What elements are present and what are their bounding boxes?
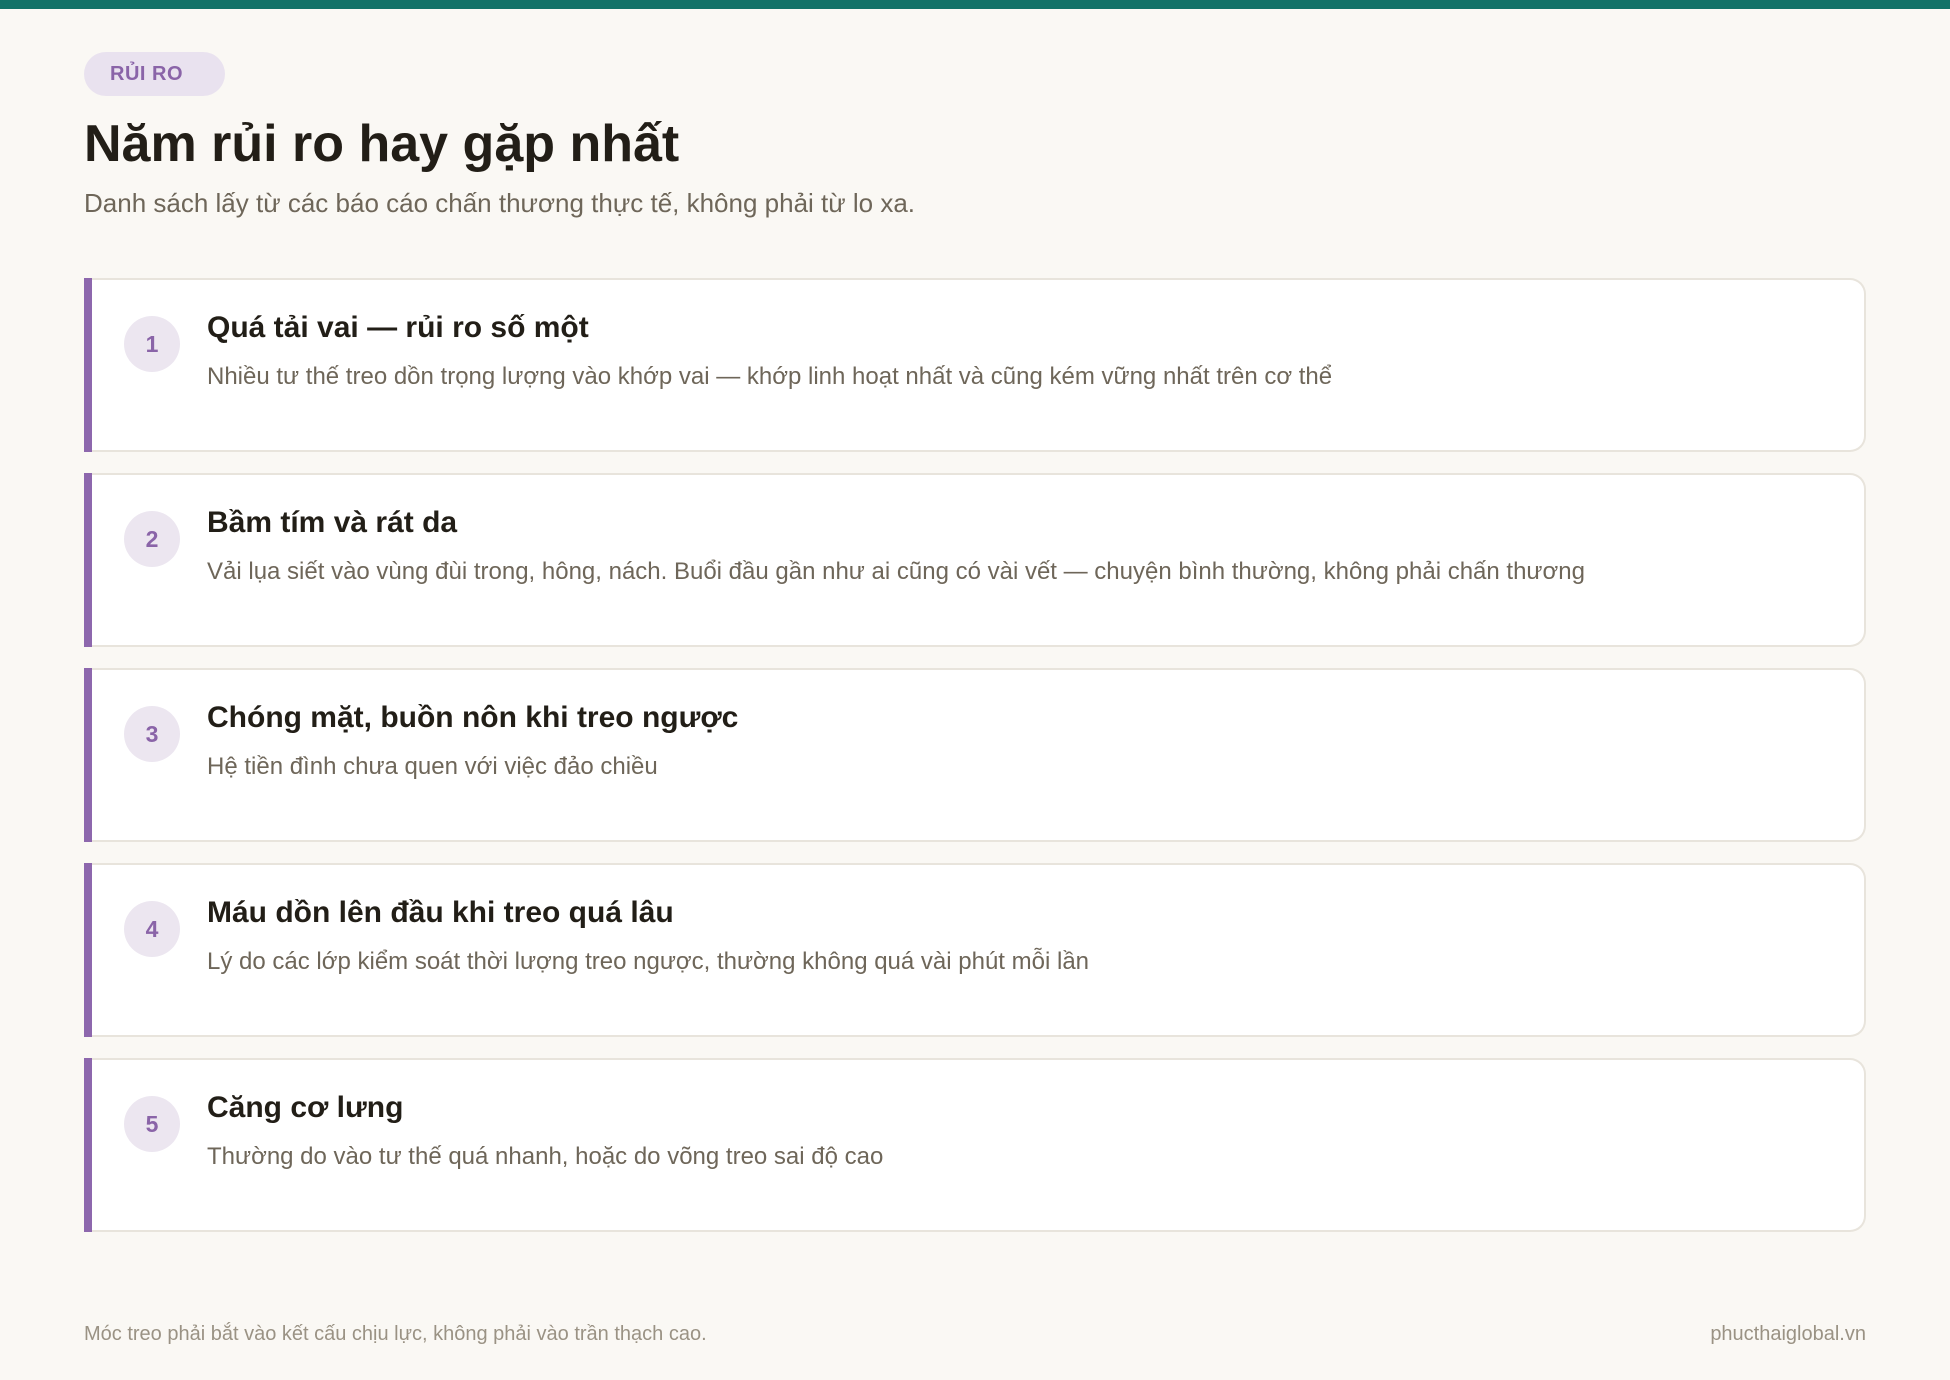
category-badge: RỦI RO [84, 52, 225, 96]
card-accent-bar [84, 473, 92, 647]
risk-card-2: 2 Bầm tím và rát da Vải lụa siết vào vùn… [84, 473, 1866, 647]
risk-title: Bầm tím và rát da [207, 506, 458, 539]
risk-card-3: 3 Chóng mặt, buồn nôn khi treo ngược Hệ … [84, 668, 1866, 842]
risk-description: Vải lụa siết vào vùng đùi trong, hông, n… [207, 558, 1585, 585]
card-accent-bar [84, 1058, 92, 1232]
risk-number: 5 [124, 1096, 180, 1152]
card-accent-bar [84, 278, 92, 452]
risk-card-4: 4 Máu dồn lên đầu khi treo quá lâu Lý do… [84, 863, 1866, 1037]
card-accent-bar [84, 863, 92, 1037]
risk-card-1: 1 Quá tải vai — rủi ro số một Nhiều tư t… [84, 278, 1866, 452]
risk-number: 3 [124, 706, 180, 762]
risk-number: 1 [124, 316, 180, 372]
page-subtitle: Danh sách lấy từ các báo cáo chấn thương… [84, 188, 916, 218]
top-accent-bar [0, 0, 1950, 9]
risk-number: 4 [124, 901, 180, 957]
risk-description: Lý do các lớp kiểm soát thời lượng treo … [207, 948, 1090, 975]
page-title: Năm rủi ro hay gặp nhất [84, 115, 680, 173]
risk-title: Quá tải vai — rủi ro số một [207, 311, 589, 344]
risk-title: Máu dồn lên đầu khi treo quá lâu [207, 896, 674, 929]
risk-description: Thường do vào tư thế quá nhanh, hoặc do … [207, 1143, 884, 1170]
risk-card-5: 5 Căng cơ lưng Thường do vào tư thế quá … [84, 1058, 1866, 1232]
footer-site-link[interactable]: phucthaiglobal.vn [1710, 1320, 1866, 1348]
risk-number: 2 [124, 511, 180, 567]
footer-note: Móc treo phải bắt vào kết cấu chịu lực, … [84, 1323, 707, 1345]
card-accent-bar [84, 668, 92, 842]
risk-description: Hệ tiền đình chưa quen với việc đảo chiề… [207, 753, 658, 780]
risk-title: Chóng mặt, buồn nôn khi treo ngược [207, 701, 739, 734]
risk-title: Căng cơ lưng [207, 1091, 404, 1124]
risk-list: 1 Quá tải vai — rủi ro số một Nhiều tư t… [84, 278, 1866, 1253]
risk-description: Nhiều tư thế treo dồn trọng lượng vào kh… [207, 363, 1333, 390]
